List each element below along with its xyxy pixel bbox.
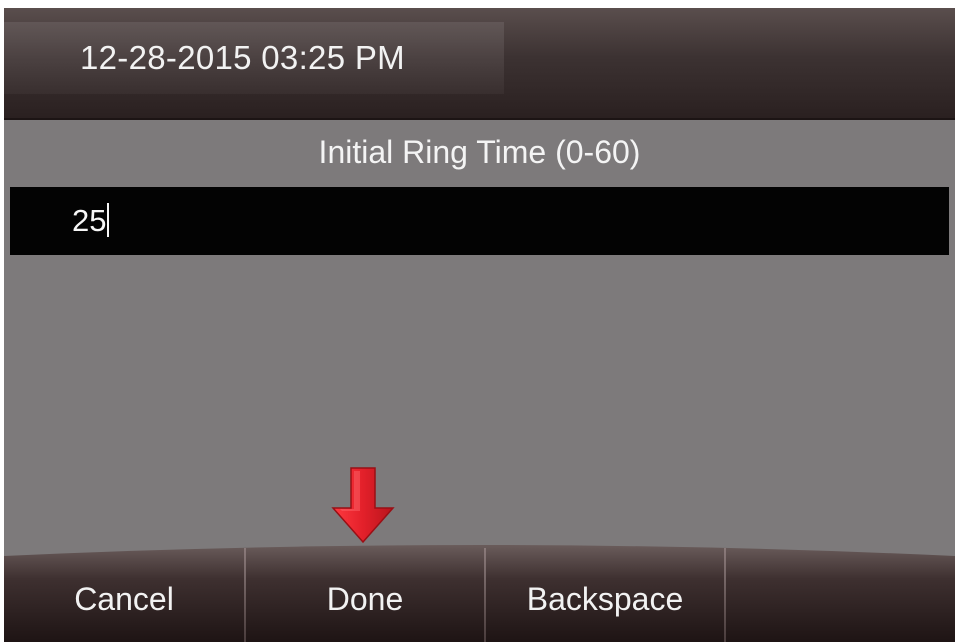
datetime-display: 12-28-2015 03:25 PM: [80, 39, 405, 76]
ring-time-input[interactable]: 25: [10, 187, 949, 255]
input-value: 25: [72, 203, 107, 238]
empty-softkey[interactable]: [726, 544, 955, 642]
phone-screen: 12-28-2015 03:25 PM Initial Ring Time (0…: [4, 8, 955, 642]
text-cursor: [107, 203, 110, 237]
backspace-softkey[interactable]: Backspace: [486, 544, 724, 642]
done-softkey[interactable]: Done: [246, 544, 484, 642]
softkey-bar: Cancel Done Backspace: [4, 544, 955, 642]
cancel-label: Cancel: [74, 581, 174, 617]
field-title: Initial Ring Time (0-60): [318, 134, 641, 170]
done-label: Done: [326, 581, 404, 617]
status-bar: 12-28-2015 03:25 PM: [4, 8, 955, 120]
input-value-wrapper: 25: [72, 201, 110, 241]
backspace-label: Backspace: [526, 581, 684, 617]
down-arrow-icon: [331, 467, 395, 544]
cancel-softkey[interactable]: Cancel: [4, 544, 244, 642]
